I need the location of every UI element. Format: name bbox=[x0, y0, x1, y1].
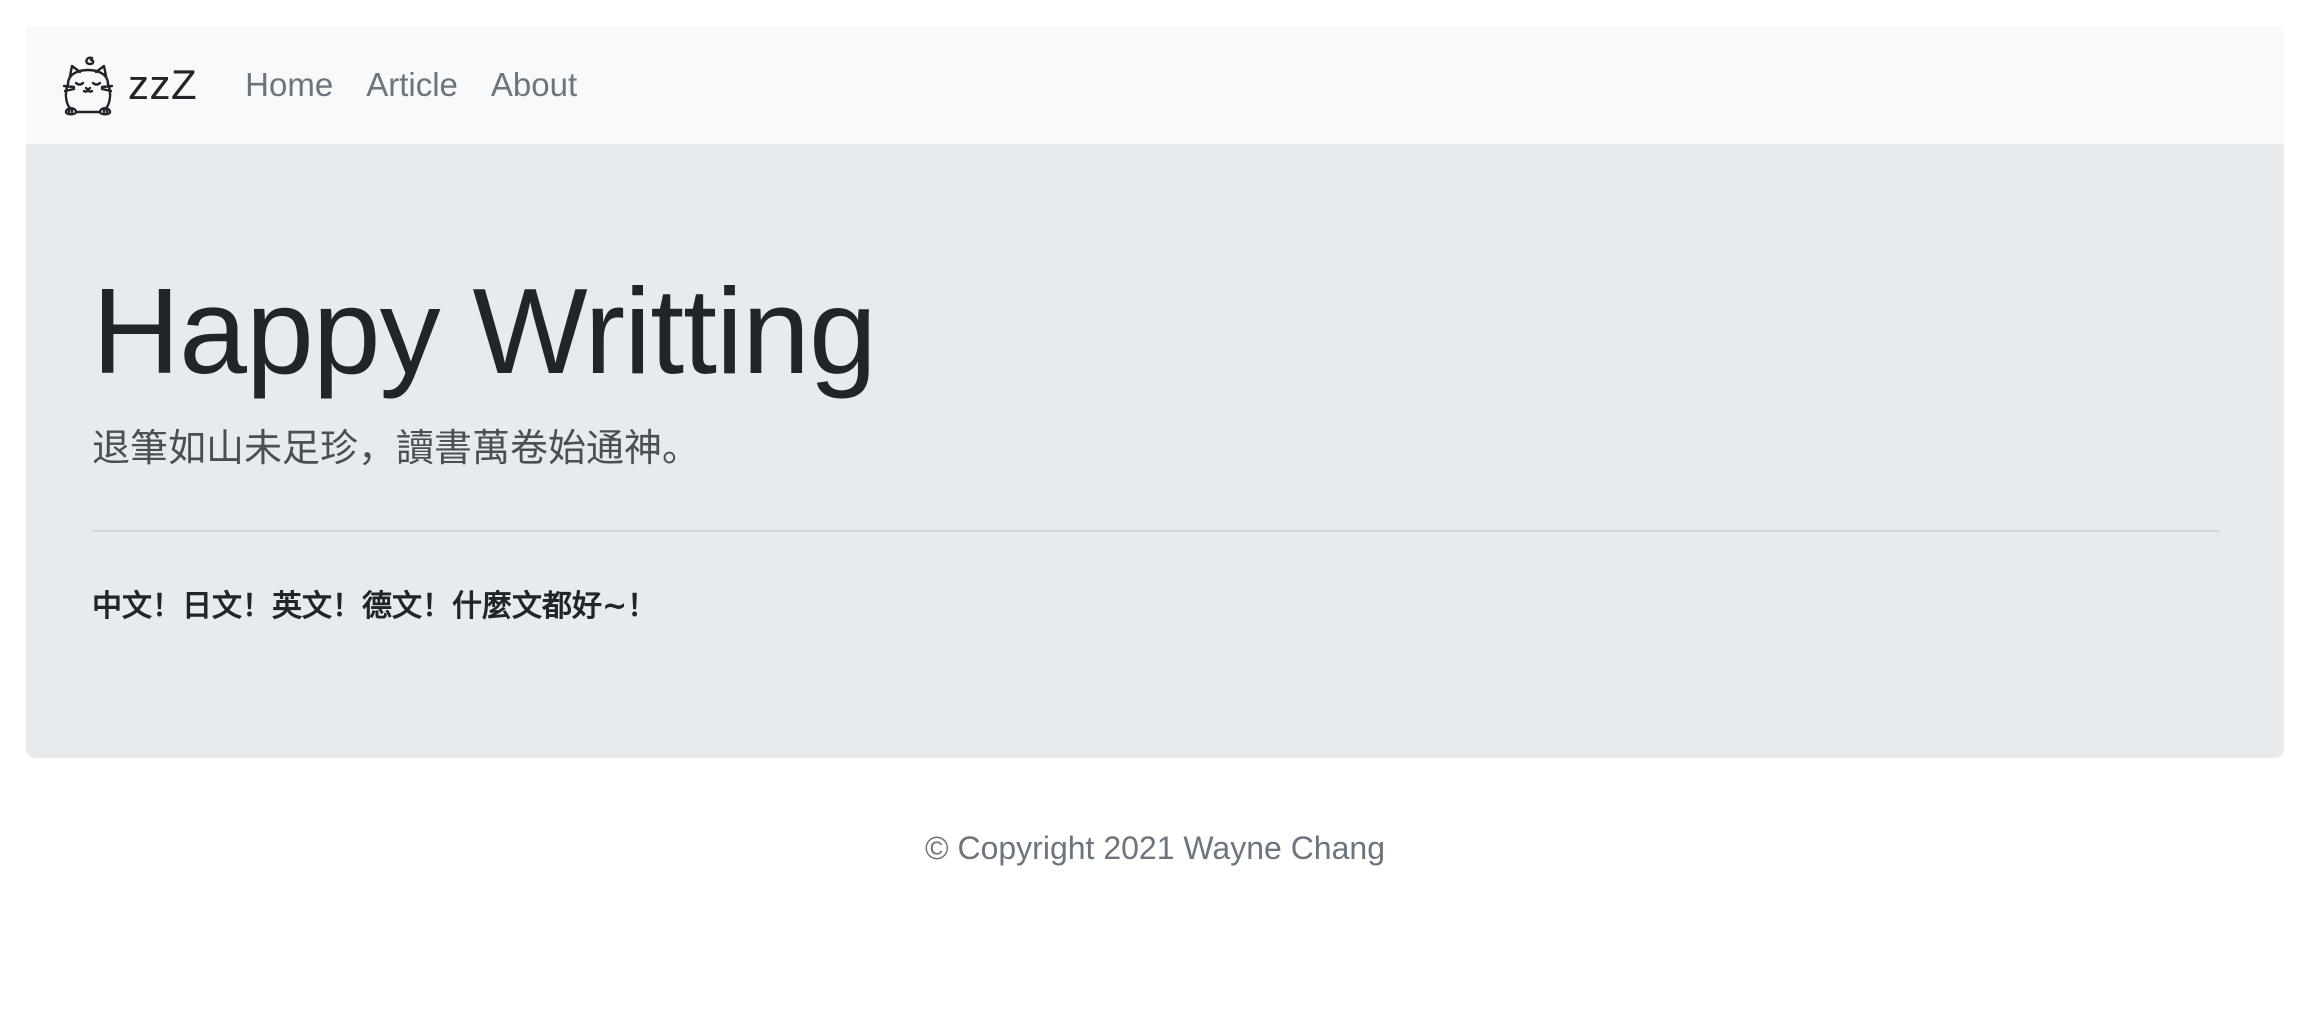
hero-jumbotron: Happy Writting 退筆如山未足珍，讀書萬卷始通神。 中文！日文！英文… bbox=[26, 144, 2284, 758]
navbar: zzZ Home Article About bbox=[26, 26, 2284, 144]
page: zzZ Home Article About Happy Writting 退筆… bbox=[0, 0, 2310, 1026]
nav-link-article[interactable]: Article bbox=[366, 66, 458, 104]
hero-divider bbox=[92, 530, 2219, 532]
nav-links: Home Article About bbox=[245, 66, 610, 104]
hero-subtitle: 退筆如山未足珍，讀書萬卷始通神。 bbox=[92, 426, 701, 470]
copyright-text: © Copyright 2021 Wayne Chang bbox=[925, 830, 1385, 866]
sleeping-cat-icon bbox=[62, 56, 114, 116]
brand-name: zzZ bbox=[128, 61, 198, 108]
nav-link-home[interactable]: Home bbox=[245, 66, 333, 104]
hero-title: Happy Writting bbox=[92, 263, 877, 399]
footer: © Copyright 2021 Wayne Chang bbox=[0, 830, 2310, 867]
hero-body-text: 中文！日文！英文！德文！什麼文都好~！ bbox=[92, 589, 658, 624]
brand-link[interactable]: zzZ bbox=[60, 54, 197, 116]
nav-link-about[interactable]: About bbox=[491, 66, 577, 104]
